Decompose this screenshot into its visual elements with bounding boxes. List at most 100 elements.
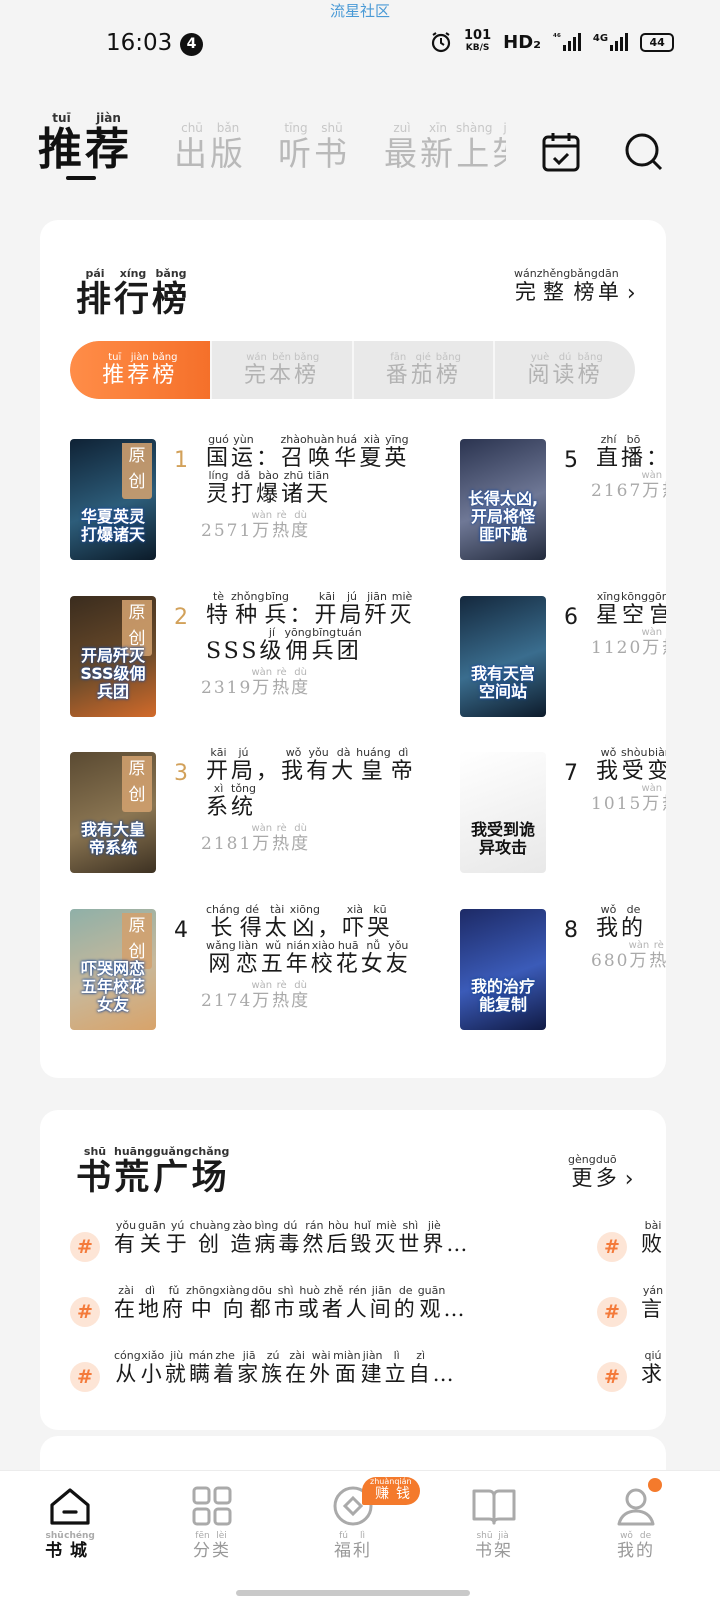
book-heat: 2181万wàn热rè度dù [201,823,311,854]
hashtag-icon: # [597,1297,627,1327]
earn-money-badge: 赚zhuàn钱qián [362,1477,420,1505]
status-time: 16:03 [106,30,173,56]
original-tag: 原创 [122,443,152,499]
tab-publish[interactable]: 出chū版bǎn [174,121,246,175]
hashtag-icon: # [70,1232,100,1262]
book-heat: 680万wàn热rè度dù [591,940,666,971]
book-heat: 2167万wàn热rè度dù [591,470,666,501]
nav-category[interactable]: 分fēn类lèi [162,1485,262,1561]
topic-text: 在zài地dì府fǔ中zhōng向xiàng都dōu市shì或huò者zhě人r… [114,1284,468,1321]
rank-number: 1 [174,448,188,473]
grid-icon [192,1486,232,1526]
nav-bookstore[interactable]: 书shū城chéng [20,1485,120,1561]
full-ranking-link[interactable]: 完wán整zhěng榜bǎng单dān › [514,267,636,306]
book-cover[interactable]: 原创华夏英灵打爆诸天 [70,439,156,560]
hashtag-icon: # [70,1297,100,1327]
tab-recommend[interactable]: 推tuī荐jiàn [38,111,132,177]
ranking-tabs: 推tuī 荐jiàn 榜bǎng 完wán 本běn 榜bǎng 番fān 茄qié 榜bǎ… [70,341,635,399]
nav-profile[interactable]: 我wǒ的de [586,1485,686,1561]
plaza-title: 书shū荒huāng广guǎng场chǎng [76,1145,230,1198]
chevron-right-icon: › [624,1167,634,1192]
topic-text: 求qiú [641,1349,665,1386]
cover-title: 我有大皇帝系统 [80,820,145,857]
app-overlay-label: 流星社区 [329,2,390,20]
rank-number: 7 [564,761,578,786]
book-cover[interactable]: 长得太凶,开局将怪匪吓跪 [460,439,546,560]
status-icons: 101 KB/S HD₂ ⁴⁶ 4G 44 [430,28,675,54]
rank-number: 3 [174,761,188,786]
tab-reading-rank[interactable]: 阅yuè 读dú 榜bǎng [495,341,635,399]
cover-title: 开局歼灭SSS级佣兵团 [80,646,146,701]
book-cover[interactable]: 我有天宫空间站 [460,596,546,717]
book-cover[interactable]: 我受到诡异攻击 [460,752,546,873]
cover-title: 我有天宫空间站 [470,664,535,701]
cover-title: 吓哭网恋五年校花女友 [80,959,145,1014]
book-item[interactable]: 原创我有大皇帝系统 3 开kāi局jú，我wǒ有yǒu大dà皇huáng帝dì系xì… [70,733,430,873]
alarm-icon [431,32,451,53]
tab-recommend-rank[interactable]: 推tuī 荐jiàn 榜bǎng [70,341,212,399]
plaza-topic-item[interactable]: # 在zài地dì府fǔ中zhōng向xiàng都dōu市shì或huò者zhě人… [70,1284,550,1335]
rank-number: 8 [564,918,578,943]
tab-tomato-rank[interactable]: 番fān 茄qié 榜bǎng [354,341,496,399]
cover-title: 我的治疗能复制 [470,977,535,1014]
topic-text: 言yán [641,1284,665,1321]
search-icon[interactable] [624,132,664,172]
plaza-topic-item[interactable]: # 从cóng小xiǎo就jiù瞒mán着zhe家jiā族zú在zài外wài面m… [70,1349,550,1400]
book-heat: 2571万wàn热rè度dù [201,510,311,541]
rank-number: 5 [564,448,578,473]
topic-text: 从cóng小xiǎo就jiù瞒mán着zhe家jiā族zú在zài外wài面mi… [114,1349,457,1386]
book-title: 开kāi局jú，我wǒ有yǒu大dà皇huáng帝dì系xì统tǒng [206,746,416,820]
net-speed: 101 KB/S [464,28,492,53]
book-item[interactable]: 我的治疗能复制8我wǒ的de680万wàn热rè度dù [460,890,666,1030]
signal-icon: ⁴⁶ [553,33,581,51]
rank-number: 6 [564,605,578,630]
bottom-navigation: 书shū城chéng 分fēn类lèi 福fú利lì 书shū架jià 我wǒ的… [0,1470,720,1601]
hashtag-icon: # [597,1362,627,1392]
ranking-book-list: 原创 华夏英灵打爆诸天 1 国guó运yùn：召zhào唤huàn华huá夏xià英y… [40,420,666,1060]
book-cover[interactable]: 原创 吓哭网恋五年校花女友 [70,909,156,1030]
plaza-topic-item[interactable]: # 求qiú [597,1349,666,1400]
book-heat: 2319万wàn热rè度dù [201,667,311,698]
book-cover[interactable]: 我的治疗能复制 [460,909,546,1030]
nav-bookshelf[interactable]: 书shū架jià [444,1485,544,1561]
book-item[interactable]: 我受到诡异攻击7我wǒ受shòu变biàn强qiáng1015万wàn热rè度d… [460,733,666,873]
book-cover[interactable]: 原创 开局歼灭SSS级佣兵团 [70,596,156,717]
book-item[interactable]: 我有天宫空间站6星xīng空kōng宫gōng空kōng1120万wàn热rè度… [460,577,666,717]
original-tag: 原创 [122,756,152,812]
cover-title: 华夏英灵打爆诸天 [80,507,145,544]
plaza-topic-item[interactable]: # 言yán [597,1284,666,1335]
hashtag-icon: # [597,1232,627,1262]
book-item[interactable]: 长得太凶,开局将怪匪吓跪5直zhí播bō：开kāi局jú2167万wàn热rè度… [460,420,666,560]
tab-latest[interactable]: 最zuì新xīn上shàng架jià [384,122,506,175]
hd-indicator: HD₂ [503,31,542,53]
book-item[interactable]: 原创 华夏英灵打爆诸天 1 国guó运yùn：召zhào唤huàn华huá夏xià英y… [70,420,430,560]
book-heat: 1120万wàn热rè度dù [591,627,666,658]
notification-count-badge: 4 [180,33,203,56]
home-icon [50,1488,90,1525]
book-title: 特tè种zhǒng兵bīng：开kāi局jú歼jiān灭mièSSS级jí佣yō… [206,590,415,664]
book-icon [472,1489,516,1525]
home-indicator [236,1590,470,1596]
topic-text: 败bài [641,1220,665,1256]
book-heat: 1015万wàn热rè度dù [591,783,666,814]
signal-4g-icon: 4G [593,33,629,51]
plaza-topic-item[interactable]: # 败bài [597,1220,666,1270]
cover-title: 我受到诡异攻击 [470,820,535,857]
book-heat: 2174万wàn热rè度dù [201,980,311,1011]
topic-text: 有yǒu关guān于yú创chuàng造zào病bìng毒dú然rán后hòu毁… [114,1220,471,1256]
book-cover[interactable]: 原创我有大皇帝系统 [70,752,156,873]
battery-icon: 44 [640,32,675,52]
calendar-check-icon[interactable] [541,131,581,173]
book-item[interactable]: 原创 吓哭网恋五年校花女友 4 长cháng得dé太tài凶xiōng，吓xià哭kū… [70,890,430,1030]
ranking-title: 排pái行xíng榜bǎng [76,267,191,320]
hashtag-icon: # [70,1362,100,1392]
tab-finished-rank[interactable]: 完wán 本běn 榜bǎng [212,341,354,399]
active-tab-underline [66,176,96,180]
tab-audiobook[interactable]: 听tīng书shū [278,121,350,175]
cover-title: 长得太凶,开局将怪匪吓跪 [467,489,539,544]
plaza-more-link[interactable]: 更gèng多duō › [568,1153,634,1192]
rank-number: 4 [174,918,188,943]
chevron-right-icon: › [626,281,636,306]
book-item[interactable]: 原创 开局歼灭SSS级佣兵团 2 特tè种zhǒng兵bīng：开kāi局jú歼jiā… [70,577,430,717]
plaza-topic-item[interactable]: # 有yǒu关guān于yú创chuàng造zào病bìng毒dú然rán后hòu… [70,1220,550,1270]
